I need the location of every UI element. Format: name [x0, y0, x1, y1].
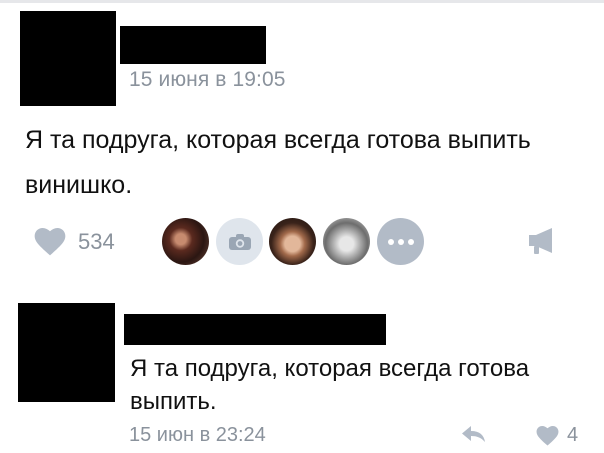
heart-icon — [536, 425, 559, 446]
comment-author-avatar-redacted[interactable] — [18, 303, 115, 402]
megaphone-icon — [529, 228, 552, 254]
liker-avatar[interactable] — [323, 218, 370, 265]
heart-icon — [34, 228, 66, 256]
more-dot-icon — [397, 238, 404, 245]
more-dot-icon — [407, 238, 414, 245]
comment-timestamp[interactable]: 15 июн в 23:24 — [129, 424, 266, 447]
reply-button[interactable] — [461, 425, 487, 448]
post-author-name-redacted[interactable] — [120, 26, 266, 64]
comment-text: Я та подруга, которая всегда готова выпи… — [130, 355, 530, 415]
post-likes-count: 534 — [78, 229, 115, 254]
camera-icon — [228, 233, 251, 250]
liker-avatar[interactable] — [162, 218, 209, 265]
liker-avatar-camera[interactable] — [216, 218, 263, 265]
more-likers-button[interactable] — [377, 218, 424, 265]
liker-avatar[interactable] — [269, 218, 316, 265]
post-like-button[interactable]: 534 — [34, 225, 115, 259]
comment-like-button[interactable]: 4 — [536, 424, 578, 447]
more-dot-icon — [387, 238, 394, 245]
top-divider — [0, 0, 604, 3]
post-text: Я та подруга, которая всегда готова выпи… — [25, 126, 531, 199]
reply-icon — [462, 426, 485, 442]
post-author-avatar-redacted[interactable] — [20, 11, 116, 106]
post-timestamp[interactable]: 15 июня в 19:05 — [129, 68, 286, 92]
comment-likes-count: 4 — [567, 424, 579, 446]
comment-author-name-redacted[interactable] — [124, 314, 386, 345]
share-button[interactable] — [526, 226, 558, 261]
